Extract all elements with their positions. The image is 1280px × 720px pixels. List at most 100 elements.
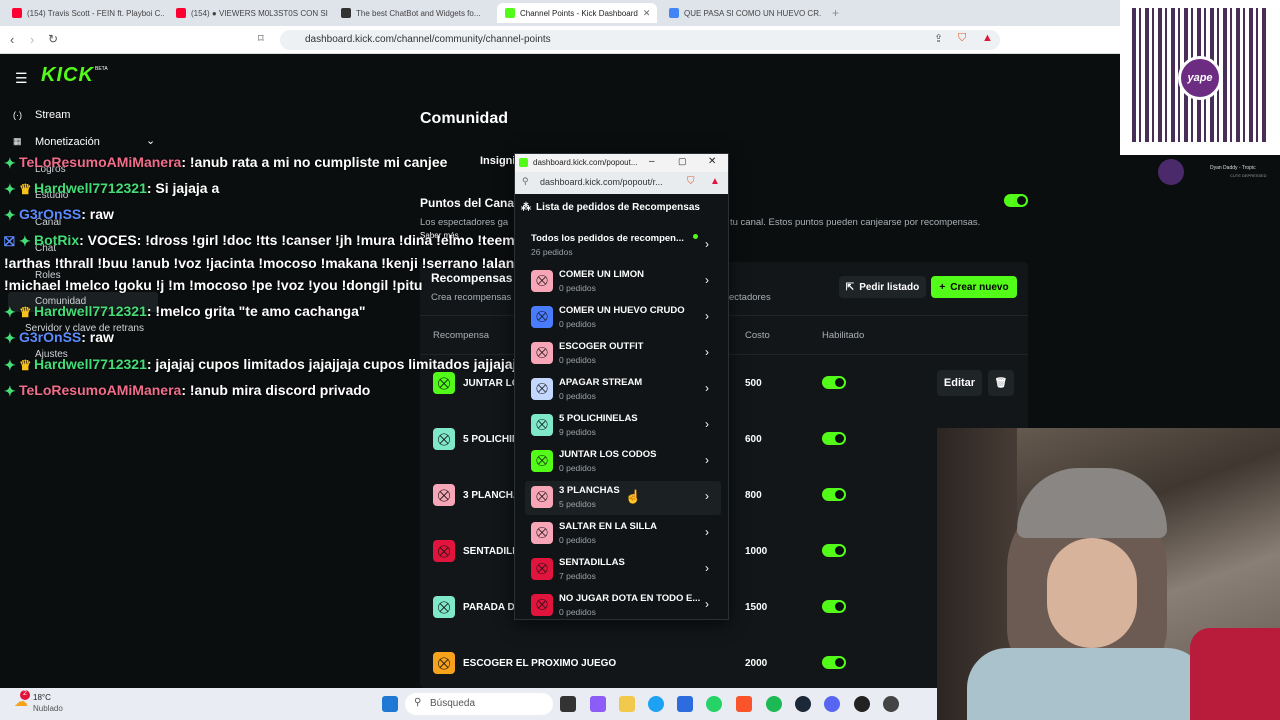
- chat-message: ✦ ♛ Hardwell7712321: Si jajaja a: [4, 180, 219, 197]
- site-info-icon[interactable]: ⚲: [522, 176, 529, 187]
- popout-reward-item[interactable]: ⛒ SENTADILLAS 7 pedidos ›: [525, 553, 721, 587]
- task-view-icon[interactable]: [560, 696, 576, 712]
- browser-tab-active[interactable]: Channel Points - Kick Dashboard ✕: [497, 3, 657, 23]
- chevron-right-icon: ›: [705, 381, 709, 395]
- browser-tab[interactable]: The best ChatBot and Widgets fo...: [333, 3, 493, 23]
- minimize-icon[interactable]: –: [649, 156, 655, 167]
- crear-nuevo-button[interactable]: + Crear nuevo: [931, 276, 1017, 298]
- popout-url-bar[interactable]: ⚲ dashboard.kick.com/popout/r... ⛉ ▲: [515, 172, 728, 194]
- points-title: Puntos del Cana: [420, 196, 515, 210]
- file-explorer-icon[interactable]: [619, 696, 635, 712]
- person-cap: [1017, 468, 1167, 538]
- brave-shield-icon[interactable]: ⛉: [687, 176, 695, 187]
- gift-icon: ⛒: [433, 428, 455, 450]
- close-icon[interactable]: ✕: [708, 156, 716, 167]
- new-tab-button[interactable]: +: [824, 3, 844, 23]
- copilot-icon[interactable]: [590, 696, 606, 712]
- chat-message: ✦ TeLoResumoAMiManera: !anub mira discord…: [4, 382, 371, 399]
- popout-reward-item[interactable]: ⛒ NO JUGAR DOTA EN TODO E... 0 pedidos ›: [525, 589, 721, 623]
- brave-shield-icon[interactable]: ⛉: [958, 32, 966, 45]
- reward-name: SENTADILL: [463, 546, 519, 557]
- pedir-listado-button[interactable]: ⇱ Pedir listado: [839, 276, 926, 298]
- points-enabled-toggle[interactable]: [1004, 194, 1028, 207]
- chevron-down-icon[interactable]: ⌄: [146, 134, 155, 147]
- store-icon[interactable]: [677, 696, 693, 712]
- reward-enabled-toggle[interactable]: [822, 488, 846, 501]
- gift-icon: ⛒: [531, 414, 553, 436]
- popout-reward-item[interactable]: ⛒ APAGAR STREAM 0 pedidos ›: [525, 373, 721, 407]
- browser-tab[interactable]: (154) ● VIEWERS M0L3ST0S CON SIC...: [168, 3, 328, 23]
- steam-icon[interactable]: [795, 696, 811, 712]
- hand-cursor-icon: ☝: [625, 489, 642, 504]
- popout-reward-item[interactable]: ⛒ ESCOGER OUTFIT 0 pedidos ›: [525, 337, 721, 371]
- sidebar-item-monetizacion[interactable]: Monetización: [35, 136, 100, 148]
- popout-reward-item[interactable]: ⛒ COMER UN HUEVO CRUDO 0 pedidos ›: [525, 301, 721, 335]
- edit-button[interactable]: Editar: [937, 370, 982, 396]
- kick-logo[interactable]: KICK: [41, 64, 94, 87]
- forward-icon[interactable]: ›: [30, 32, 34, 47]
- botrix-icon: [341, 8, 351, 18]
- crown-icon: ♛: [19, 181, 32, 197]
- popout-url: dashboard.kick.com/popout/r...: [540, 177, 663, 187]
- search-placeholder: Búsqueda: [430, 698, 476, 709]
- reward-enabled-toggle[interactable]: [822, 600, 846, 613]
- chevron-right-icon: ›: [705, 561, 709, 575]
- spotify-icon[interactable]: [766, 696, 782, 712]
- taskbar-search[interactable]: ⚲ Búsqueda: [405, 693, 553, 715]
- browser-tab[interactable]: QUE PASA SI COMO UN HUEVO CR...: [661, 3, 821, 23]
- reward-enabled-toggle[interactable]: [822, 432, 846, 445]
- tab-insignias[interactable]: Insigni: [480, 155, 515, 167]
- all-requests-item[interactable]: Todos los pedidos de recompen... 26 pedi…: [525, 229, 721, 263]
- popout-reward-item-hovered[interactable]: ⛒ 3 PLANCHAS 5 pedidos ☝ ›: [525, 481, 721, 515]
- share-icon[interactable]: ⇪: [934, 32, 943, 45]
- maximize-icon[interactable]: ▢: [678, 156, 687, 167]
- discord-icon[interactable]: [824, 696, 840, 712]
- sparkle-icon: ✦: [4, 304, 16, 320]
- back-icon[interactable]: ‹: [10, 32, 14, 47]
- bookmark-icon[interactable]: ⌑: [258, 32, 264, 45]
- sidebar-item-stream[interactable]: Stream: [35, 109, 70, 121]
- crear-nuevo-label: Crear nuevo: [950, 281, 1009, 293]
- popout-reward-item[interactable]: ⛒ SALTAR EN LA SILLA 0 pedidos ›: [525, 517, 721, 551]
- chat-user: Hardwell7712321: [34, 356, 147, 372]
- page-title: Comunidad: [420, 110, 508, 127]
- person-blanket: [967, 648, 1207, 720]
- menu-icon[interactable]: ☰: [15, 70, 28, 87]
- close-tab-icon[interactable]: ✕: [643, 8, 651, 19]
- rewards-icon[interactable]: ▲: [710, 176, 720, 187]
- reward-name: PARADA DE: [463, 602, 522, 613]
- points-desc-right: tu canal. Estos puntos pueden canjearse …: [730, 217, 981, 228]
- edge-icon[interactable]: [648, 696, 664, 712]
- rewards-icon[interactable]: ▲: [982, 32, 993, 44]
- reward-enabled-toggle[interactable]: [822, 544, 846, 557]
- app-icon[interactable]: [883, 696, 899, 712]
- weather-temp: 18°C: [33, 693, 51, 702]
- reward-enabled-toggle[interactable]: [822, 376, 846, 389]
- browser-tab[interactable]: (154) Travis Scott - FEIN ft. Playboi C.…: [4, 3, 164, 23]
- notification-badge: 2: [20, 690, 30, 700]
- brave-icon[interactable]: [736, 696, 752, 712]
- popout-titlebar[interactable]: dashboard.kick.com/popout... – ▢ ✕: [515, 154, 728, 172]
- chat-text: : !anub mira discord privado: [181, 382, 371, 398]
- reload-icon[interactable]: ↻: [48, 32, 58, 46]
- gift-icon: ⛒: [433, 652, 455, 674]
- popout-reward-count: 0 pedidos: [559, 391, 596, 401]
- chat-user: TeLoResumoAMiManera: [19, 382, 182, 398]
- sparkle-icon: ✦: [19, 233, 31, 249]
- popout-reward-count: 9 pedidos: [559, 427, 596, 437]
- stream-icon: (·): [13, 110, 22, 120]
- yape-qr-code: yape: [1120, 0, 1280, 155]
- sparkle-icon: ✦: [4, 330, 16, 346]
- url-field[interactable]: dashboard.kick.com/channel/community/cha…: [280, 30, 1000, 50]
- windows-start-icon[interactable]: [382, 696, 398, 712]
- popout-reward-item[interactable]: ⛒ JUNTAR LOS CODOS 0 pedidos ›: [525, 445, 721, 479]
- address-bar-row: ‹ › ↻ ⌑ dashboard.kick.com/channel/commu…: [0, 26, 1120, 54]
- popout-reward-item[interactable]: ⛒ 5 POLICHINELAS 9 pedidos ›: [525, 409, 721, 443]
- crown-icon: ♛: [19, 357, 32, 373]
- trash-icon[interactable]: 🗑: [988, 370, 1014, 396]
- whatsapp-icon[interactable]: [706, 696, 722, 712]
- reward-enabled-toggle[interactable]: [822, 656, 846, 669]
- gift-icon: ⛒: [433, 596, 455, 618]
- popout-reward-item[interactable]: ⛒ COMER UN LIMON 0 pedidos ›: [525, 265, 721, 299]
- obs-icon[interactable]: [854, 696, 870, 712]
